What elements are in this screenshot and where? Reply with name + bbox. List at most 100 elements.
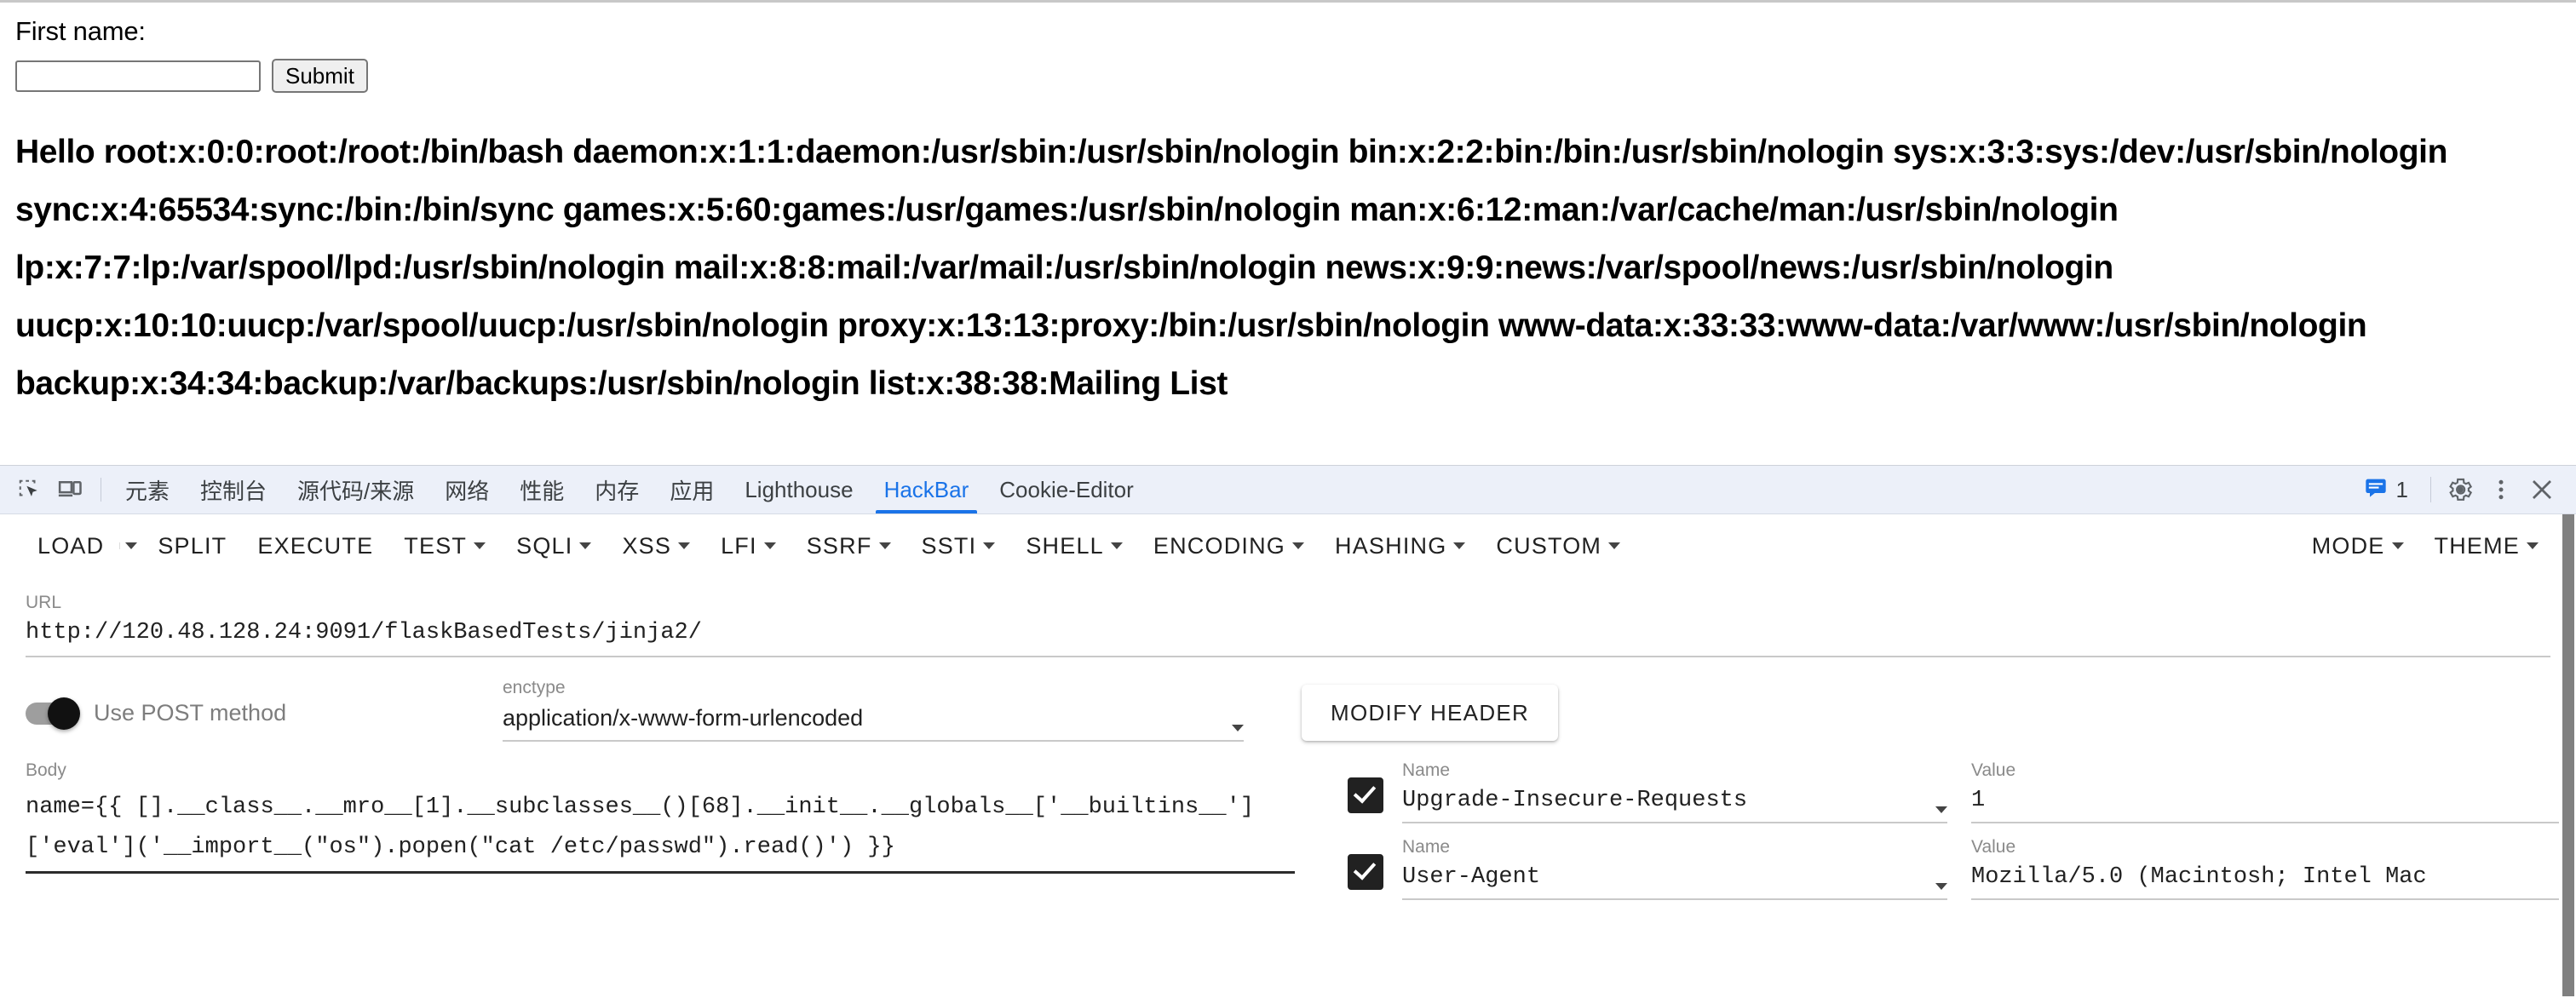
toggle-switch[interactable] xyxy=(26,697,80,730)
chevron-down-icon xyxy=(1935,806,1947,813)
url-input[interactable] xyxy=(26,620,2550,657)
header-value-value: Mozilla/5.0 (Macintosh; Intel Mac xyxy=(1971,864,2427,890)
menu-sqli[interactable]: SQLI xyxy=(501,533,607,559)
chevron-down-icon xyxy=(983,542,996,549)
tab-elements[interactable]: 元素 xyxy=(110,466,185,513)
gear-icon[interactable] xyxy=(2441,471,2479,508)
menu-split[interactable]: SPLIT xyxy=(142,533,242,559)
header-name-field[interactable]: Name Upgrade-Insecure-Requests xyxy=(1402,760,1947,823)
inspect-element-icon[interactable] xyxy=(10,471,48,508)
tab-network[interactable]: 网络 xyxy=(429,466,504,513)
hackbar-menubar: LOAD SPLIT EXECUTE TEST SQLI XSS LFI SSR… xyxy=(0,514,2576,577)
header-name-select[interactable]: User-Agent xyxy=(1402,864,1947,900)
header-enabled-checkbox[interactable] xyxy=(1348,854,1383,890)
headers-section: Name Upgrade-Insecure-Requests Value 1 ✕ xyxy=(1295,760,2576,914)
header-value-field[interactable]: Value 1 xyxy=(1971,760,2559,823)
first-name-label: First name: xyxy=(15,16,146,46)
header-name-value: User-Agent xyxy=(1402,864,1541,890)
header-value-label: Value xyxy=(1971,837,2016,857)
toggle-knob xyxy=(48,697,80,730)
web-page-content: First name: Submit Hello root:x:0:0:root… xyxy=(0,0,2576,465)
chevron-down-icon xyxy=(2527,542,2539,549)
menu-encoding-label: ENCODING xyxy=(1153,532,1285,559)
name-form: Submit xyxy=(15,59,2561,93)
menu-load-dropdown[interactable] xyxy=(119,542,142,549)
menu-custom[interactable]: CUSTOM xyxy=(1481,533,1636,559)
header-value-field[interactable]: Value Mozilla/5.0 (Macintosh; Intel Mac xyxy=(1971,837,2559,900)
url-section: URL xyxy=(0,577,2576,657)
header-name-field[interactable]: Name User-Agent xyxy=(1402,837,1947,900)
chevron-down-icon xyxy=(678,542,691,549)
chevron-down-icon xyxy=(579,542,592,549)
menu-shell[interactable]: SHELL xyxy=(1010,533,1138,559)
menu-test[interactable]: TEST xyxy=(388,533,501,559)
menu-encoding[interactable]: ENCODING xyxy=(1138,533,1320,559)
enctype-label: enctype xyxy=(503,678,566,697)
chevron-down-icon xyxy=(1110,542,1123,549)
menu-shell-label: SHELL xyxy=(1026,532,1104,559)
header-name-label: Name xyxy=(1402,837,1451,857)
devtools-tab-list: 元素 控制台 源代码/来源 网络 性能 内存 应用 Lighthouse Hac… xyxy=(110,466,1149,513)
header-name-select[interactable]: Upgrade-Insecure-Requests xyxy=(1402,788,1947,823)
message-count-button[interactable]: 1 xyxy=(2352,475,2420,505)
devtools-scrollbar[interactable] xyxy=(2561,514,2576,998)
menu-load[interactable]: LOAD xyxy=(22,533,119,559)
menu-hashing-label: HASHING xyxy=(1335,532,1447,559)
header-name-value: Upgrade-Insecure-Requests xyxy=(1402,788,1748,813)
chevron-down-icon xyxy=(878,542,891,549)
tab-hackbar[interactable]: HackBar xyxy=(869,466,985,513)
close-icon[interactable] xyxy=(2523,471,2561,508)
devtools-panel: 元素 控制台 源代码/来源 网络 性能 内存 应用 Lighthouse Hac… xyxy=(0,465,2576,998)
body-input[interactable]: name={{ [].__class__.__mro__[1].__subcla… xyxy=(26,788,1295,874)
tab-cookie-editor[interactable]: Cookie-Editor xyxy=(984,466,1149,513)
first-name-input[interactable] xyxy=(15,60,261,92)
tab-memory[interactable]: 内存 xyxy=(579,466,654,513)
body-label: Body xyxy=(26,760,66,780)
header-value-input-line[interactable]: Mozilla/5.0 (Macintosh; Intel Mac xyxy=(1971,864,2559,900)
devtools-tool-icons xyxy=(0,466,99,513)
menu-mode[interactable]: MODE xyxy=(2297,533,2419,559)
menu-custom-label: CUSTOM xyxy=(1496,532,1602,559)
menu-theme[interactable]: THEME xyxy=(2419,533,2555,559)
tab-performance[interactable]: 性能 xyxy=(504,466,579,513)
tab-console[interactable]: 控制台 xyxy=(185,466,282,513)
menu-execute[interactable]: EXECUTE xyxy=(242,533,388,559)
menu-ssti-label: SSTI xyxy=(921,532,977,559)
message-count-label: 1 xyxy=(2395,476,2408,502)
header-enabled-checkbox[interactable] xyxy=(1348,777,1383,813)
tab-lighthouse[interactable]: Lighthouse xyxy=(729,466,868,513)
scrollbar-thumb[interactable] xyxy=(2562,514,2574,996)
body-section: Body name={{ [].__class__.__mro__[1].__s… xyxy=(26,760,1295,914)
menu-ssrf[interactable]: SSRF xyxy=(791,533,906,559)
submit-button[interactable]: Submit xyxy=(272,59,368,93)
tab-application[interactable]: 应用 xyxy=(654,466,729,513)
enctype-select-line[interactable]: application/x-www-form-urlencoded xyxy=(503,705,1244,742)
url-label: URL xyxy=(26,593,62,612)
more-vertical-icon[interactable] xyxy=(2482,471,2520,508)
device-toolbar-icon[interactable] xyxy=(51,471,89,508)
passwd-output-text: Hello root:x:0:0:root:/root:/bin/bash da… xyxy=(15,134,2448,402)
chevron-down-icon xyxy=(1292,542,1304,549)
chevron-down-icon xyxy=(763,542,776,549)
menu-ssti[interactable]: SSTI xyxy=(906,533,1011,559)
header-name-label: Name xyxy=(1402,760,1451,780)
menu-split-label: SPLIT xyxy=(158,532,227,559)
chevron-down-icon xyxy=(1935,883,1947,890)
modify-header-button[interactable]: MODIFY HEADER xyxy=(1302,685,1559,741)
menu-lfi[interactable]: LFI xyxy=(705,533,791,559)
header-value-label: Value xyxy=(1971,760,2016,780)
enctype-value: application/x-www-form-urlencoded xyxy=(503,705,864,731)
menu-ssrf-label: SSRF xyxy=(806,532,872,559)
enctype-select[interactable]: enctype application/x-www-form-urlencode… xyxy=(503,678,1244,742)
request-options-row: Use POST method enctype application/x-ww… xyxy=(0,657,2576,742)
header-value-input-line[interactable]: 1 xyxy=(1971,788,2559,823)
header-value-value: 1 xyxy=(1971,788,1986,813)
menu-xss[interactable]: XSS xyxy=(607,533,705,559)
menu-sqli-label: SQLI xyxy=(516,532,573,559)
chevron-down-icon xyxy=(1453,542,1466,549)
use-post-method-toggle[interactable]: Use POST method xyxy=(26,678,503,730)
chevron-down-icon xyxy=(474,542,486,549)
menu-hashing[interactable]: HASHING xyxy=(1320,533,1481,559)
tab-sources[interactable]: 源代码/来源 xyxy=(282,466,429,513)
chevron-down-icon xyxy=(1608,542,1621,549)
